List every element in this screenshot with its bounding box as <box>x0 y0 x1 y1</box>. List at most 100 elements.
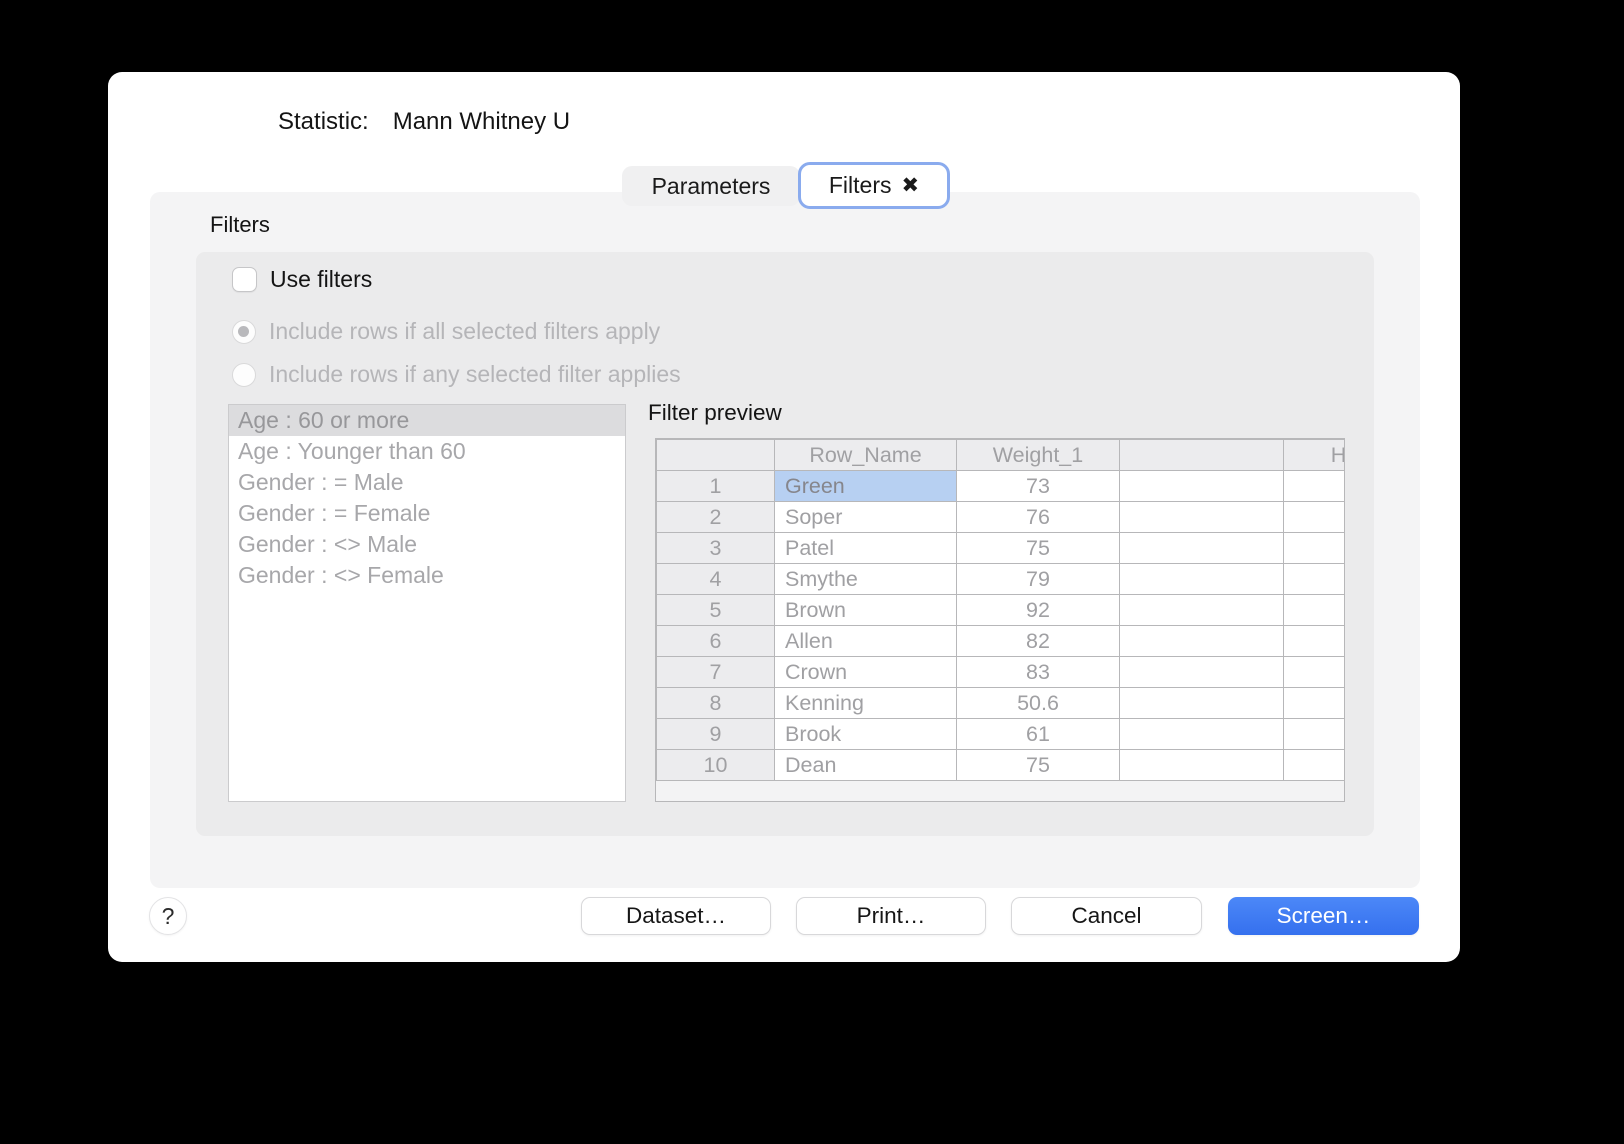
cell-rownum[interactable]: 3 <box>656 532 775 564</box>
tab-filters-label: Filters <box>828 172 892 198</box>
cell-extra[interactable] <box>1119 749 1284 781</box>
cell-extra2[interactable] <box>1283 687 1344 719</box>
cell-name[interactable]: Smythe <box>774 563 957 595</box>
cell-extra[interactable] <box>1119 470 1284 502</box>
table-row: 10 Dean 75 <box>656 749 1344 781</box>
cell-name[interactable]: Soper <box>774 501 957 533</box>
cell-rownum[interactable]: 1 <box>656 470 775 502</box>
dataset-button[interactable]: Dataset… <box>581 897 771 935</box>
cell-weight[interactable]: 76 <box>956 501 1120 533</box>
cell-extra[interactable] <box>1119 563 1284 595</box>
screen-button[interactable]: Screen… <box>1228 897 1419 935</box>
cell-weight[interactable]: 75 <box>956 532 1120 564</box>
filters-panel: Filters Use filters Include rows if all … <box>150 192 1420 888</box>
radio-row-any: Include rows if any selected filter appl… <box>232 361 681 388</box>
help-button[interactable]: ? <box>149 897 187 935</box>
statistic-dialog: Statistic: Mann Whitney U Parameters Fil… <box>108 72 1460 962</box>
filters-section-title: Filters <box>210 212 270 237</box>
radio-all-filters[interactable] <box>232 319 256 344</box>
tab-filters[interactable]: Filters ✖ <box>798 162 950 209</box>
cell-rownum[interactable]: 7 <box>656 656 775 688</box>
cell-extra2[interactable] <box>1283 749 1344 781</box>
filter-preview-tbody: 1 Green 73 2 Soper 76 3 Patel 75 4 Smythe 79 5 Brown 9… <box>656 470 1344 781</box>
filter-listbox[interactable]: Age : 60 or more Age : Younger than 60 Gen… <box>228 404 626 802</box>
table-row: 6 Allen 82 <box>656 625 1344 657</box>
cell-rownum[interactable]: 4 <box>656 563 775 595</box>
tab-parameters[interactable]: Parameters <box>622 166 800 206</box>
cell-name[interactable]: Patel <box>774 532 957 564</box>
cell-weight[interactable]: 79 <box>956 563 1120 595</box>
cell-extra[interactable] <box>1119 532 1284 564</box>
cell-weight[interactable]: 92 <box>956 594 1120 626</box>
radio-row-all: Include rows if all selected filters app… <box>232 318 660 345</box>
filter-list-item[interactable]: Gender : <> Female <box>229 560 625 591</box>
filter-list-item[interactable]: Gender : = Male <box>229 467 625 498</box>
filter-list-item[interactable]: Gender : <> Male <box>229 529 625 560</box>
filter-preview-table[interactable]: Row_Name Weight_1 H 1 Green 73 2 Soper 76 3 Pat… <box>655 438 1345 802</box>
cell-rownum[interactable]: 2 <box>656 501 775 533</box>
table-scroll-area[interactable] <box>656 781 1344 801</box>
header-clipped: H <box>1283 439 1344 471</box>
table-header-row: Row_Name Weight_1 H <box>656 439 1344 471</box>
statistic-label: Statistic: <box>278 108 369 135</box>
filter-list-item[interactable]: Gender : = Female <box>229 498 625 529</box>
cell-extra[interactable] <box>1119 656 1284 688</box>
filter-list-item[interactable]: Age : 60 or more <box>229 405 625 436</box>
cell-extra2[interactable] <box>1283 470 1344 502</box>
table-row: 8 Kenning 50.6 <box>656 687 1344 719</box>
cancel-button[interactable]: Cancel <box>1011 897 1202 935</box>
cell-extra2[interactable] <box>1283 501 1344 533</box>
print-button[interactable]: Print… <box>796 897 986 935</box>
cell-weight[interactable]: 75 <box>956 749 1120 781</box>
table-row: 7 Crown 83 <box>656 656 1344 688</box>
cell-extra2[interactable] <box>1283 656 1344 688</box>
cell-rownum[interactable]: 6 <box>656 625 775 657</box>
cell-extra2[interactable] <box>1283 594 1344 626</box>
cell-extra2[interactable] <box>1283 718 1344 750</box>
cell-name[interactable]: Green <box>774 470 957 502</box>
cell-name[interactable]: Dean <box>774 749 957 781</box>
dataset-button-label: Dataset… <box>625 903 727 928</box>
filters-groupbox: Use filters Include rows if all selected… <box>196 252 1374 836</box>
cell-name[interactable]: Crown <box>774 656 957 688</box>
cell-rownum[interactable]: 8 <box>656 687 775 719</box>
cell-extra[interactable] <box>1119 501 1284 533</box>
table-row: 4 Smythe 79 <box>656 563 1344 595</box>
cell-name[interactable]: Kenning <box>774 687 957 719</box>
help-icon: ? <box>161 902 175 929</box>
cell-weight[interactable]: 73 <box>956 470 1120 502</box>
radio-any-filter[interactable] <box>232 362 256 387</box>
cell-extra[interactable] <box>1119 625 1284 657</box>
cell-extra[interactable] <box>1119 718 1284 750</box>
cell-name[interactable]: Allen <box>774 625 957 657</box>
cell-weight[interactable]: 82 <box>956 625 1120 657</box>
cell-rownum[interactable]: 9 <box>656 718 775 750</box>
filter-list-item[interactable]: Age : Younger than 60 <box>229 436 625 467</box>
radio-any-label: Include rows if any selected filter appl… <box>269 361 681 387</box>
close-icon[interactable]: ✖ <box>902 175 920 196</box>
use-filters-row: Use filters <box>232 266 372 293</box>
use-filters-checkbox[interactable] <box>232 267 257 292</box>
cell-extra2[interactable] <box>1283 532 1344 564</box>
cell-weight[interactable]: 61 <box>956 718 1120 750</box>
cell-rownum[interactable]: 10 <box>656 749 775 781</box>
table-row: 1 Green 73 <box>656 470 1344 502</box>
filter-preview-label: Filter preview <box>648 400 782 425</box>
cell-extra2[interactable] <box>1283 625 1344 657</box>
print-button-label: Print… <box>856 903 926 928</box>
header-rownum <box>656 439 775 471</box>
cell-weight[interactable]: 50.6 <box>956 687 1120 719</box>
table-row: 2 Soper 76 <box>656 501 1344 533</box>
cell-name[interactable]: Brook <box>774 718 957 750</box>
cancel-button-label: Cancel <box>1071 903 1142 928</box>
cell-weight[interactable]: 83 <box>956 656 1120 688</box>
table-row: 3 Patel 75 <box>656 532 1344 564</box>
header-empty <box>1119 439 1284 471</box>
screen-button-label: Screen… <box>1276 903 1371 928</box>
cell-name[interactable]: Brown <box>774 594 957 626</box>
cell-rownum[interactable]: 5 <box>656 594 775 626</box>
cell-extra[interactable] <box>1119 594 1284 626</box>
cell-extra[interactable] <box>1119 687 1284 719</box>
cell-extra2[interactable] <box>1283 563 1344 595</box>
table-row: 5 Brown 92 <box>656 594 1344 626</box>
